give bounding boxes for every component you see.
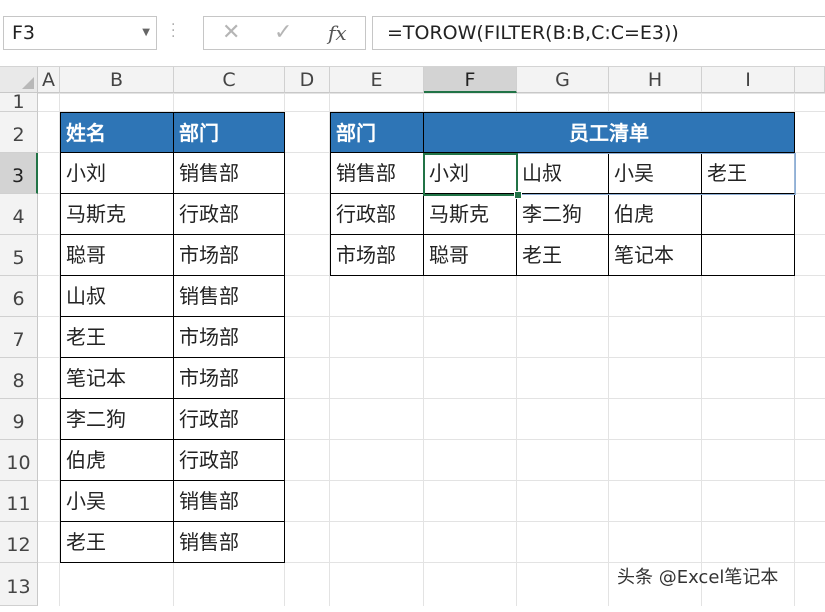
column-header-c[interactable]: C (174, 67, 285, 93)
header-dept[interactable]: 部门 (174, 112, 285, 153)
source-dept-cell[interactable]: 市场部 (174, 235, 285, 276)
row-header-4[interactable]: 4 (0, 194, 38, 235)
formula-bar: F3 ▼ · · · ✕ ✓ fx =TOROW(FILTER(B:B,C:C=E3… (0, 0, 825, 67)
result-name-cell[interactable]: 小吴 (609, 153, 702, 194)
result-name-cell[interactable] (702, 235, 795, 276)
row-header-3[interactable]: 3 (0, 153, 38, 194)
source-dept-cell[interactable]: 销售部 (174, 522, 285, 563)
chevron-down-icon[interactable]: ▼ (142, 17, 150, 49)
source-dept-cell[interactable]: 行政部 (174, 194, 285, 235)
row-header-11[interactable]: 11 (0, 481, 38, 522)
source-name-cell[interactable]: 山叔 (60, 276, 174, 317)
source-name-cell[interactable]: 小刘 (60, 153, 174, 194)
row-header-5[interactable]: 5 (0, 235, 38, 276)
result-header-dept[interactable]: 部门 (330, 112, 424, 153)
result-name-cell[interactable]: 伯虎 (609, 194, 702, 235)
result-name-cell[interactable] (702, 194, 795, 235)
fill-handle[interactable] (514, 191, 522, 199)
source-dept-cell[interactable]: 销售部 (174, 276, 285, 317)
row-header-13[interactable]: 13 (0, 563, 38, 606)
result-header-list[interactable]: 员工清单 (424, 112, 795, 153)
source-dept-cell[interactable]: 行政部 (174, 399, 285, 440)
result-name-cell[interactable]: 笔记本 (609, 235, 702, 276)
select-all-corner[interactable] (0, 67, 38, 93)
column-header-h[interactable]: H (609, 67, 702, 93)
column-header-a[interactable]: A (38, 67, 60, 93)
close-icon[interactable]: ✕ (222, 20, 240, 45)
source-name-cell[interactable]: 李二狗 (60, 399, 174, 440)
row-header-7[interactable]: 7 (0, 317, 38, 358)
row-header-6[interactable]: 6 (0, 276, 38, 317)
row-header-9[interactable]: 9 (0, 399, 38, 440)
source-name-cell[interactable]: 笔记本 (60, 358, 174, 399)
formula-buttons: ✕ ✓ fx (203, 16, 366, 50)
column-header-d[interactable]: D (285, 67, 330, 93)
header-name[interactable]: 姓名 (60, 112, 174, 153)
source-dept-cell[interactable]: 销售部 (174, 481, 285, 522)
column-header-filler (795, 67, 825, 93)
source-dept-cell[interactable]: 市场部 (174, 358, 285, 399)
check-icon[interactable]: ✓ (274, 20, 292, 45)
source-dept-cell[interactable]: 销售部 (174, 153, 285, 194)
row-header-12[interactable]: 12 (0, 522, 38, 563)
source-name-cell[interactable]: 马斯克 (60, 194, 174, 235)
result-dept-cell[interactable]: 销售部 (330, 153, 424, 194)
name-box[interactable]: F3 ▼ (3, 16, 157, 50)
column-header-e[interactable]: E (330, 67, 424, 93)
source-dept-cell[interactable]: 行政部 (174, 440, 285, 481)
formula-input[interactable]: =TOROW(FILTER(B:B,C:C=E3)) (372, 16, 825, 50)
column-header-g[interactable]: G (517, 67, 609, 93)
result-dept-cell[interactable]: 市场部 (330, 235, 424, 276)
column-header-i[interactable]: I (702, 67, 795, 93)
result-name-cell[interactable]: 马斯克 (424, 194, 517, 235)
source-name-cell[interactable]: 伯虎 (60, 440, 174, 481)
source-name-cell[interactable]: 老王 (60, 522, 174, 563)
row-header-10[interactable]: 10 (0, 440, 38, 481)
watermark: 头条 @Excel笔记本 (617, 567, 779, 588)
drag-handle-icon[interactable]: · · · (171, 18, 175, 44)
source-name-cell[interactable]: 老王 (60, 317, 174, 358)
result-name-cell[interactable]: 聪哥 (424, 235, 517, 276)
result-dept-cell[interactable]: 行政部 (330, 194, 424, 235)
column-header-f[interactable]: F (424, 67, 517, 93)
source-dept-cell[interactable]: 市场部 (174, 317, 285, 358)
result-name-cell[interactable]: 老王 (702, 153, 795, 194)
result-name-cell[interactable]: 老王 (517, 235, 609, 276)
row-header-2[interactable]: 2 (0, 112, 38, 153)
result-name-cell[interactable]: 山叔 (517, 153, 609, 194)
fx-icon[interactable]: fx (328, 21, 347, 45)
row-header-8[interactable]: 8 (0, 358, 38, 399)
name-box-value: F3 (12, 22, 36, 44)
source-name-cell[interactable]: 聪哥 (60, 235, 174, 276)
row-header-1[interactable]: 1 (0, 93, 38, 112)
source-name-cell[interactable]: 小吴 (60, 481, 174, 522)
result-name-cell[interactable]: 小刘 (424, 153, 517, 194)
column-header-b[interactable]: B (60, 67, 174, 93)
result-name-cell[interactable]: 李二狗 (517, 194, 609, 235)
